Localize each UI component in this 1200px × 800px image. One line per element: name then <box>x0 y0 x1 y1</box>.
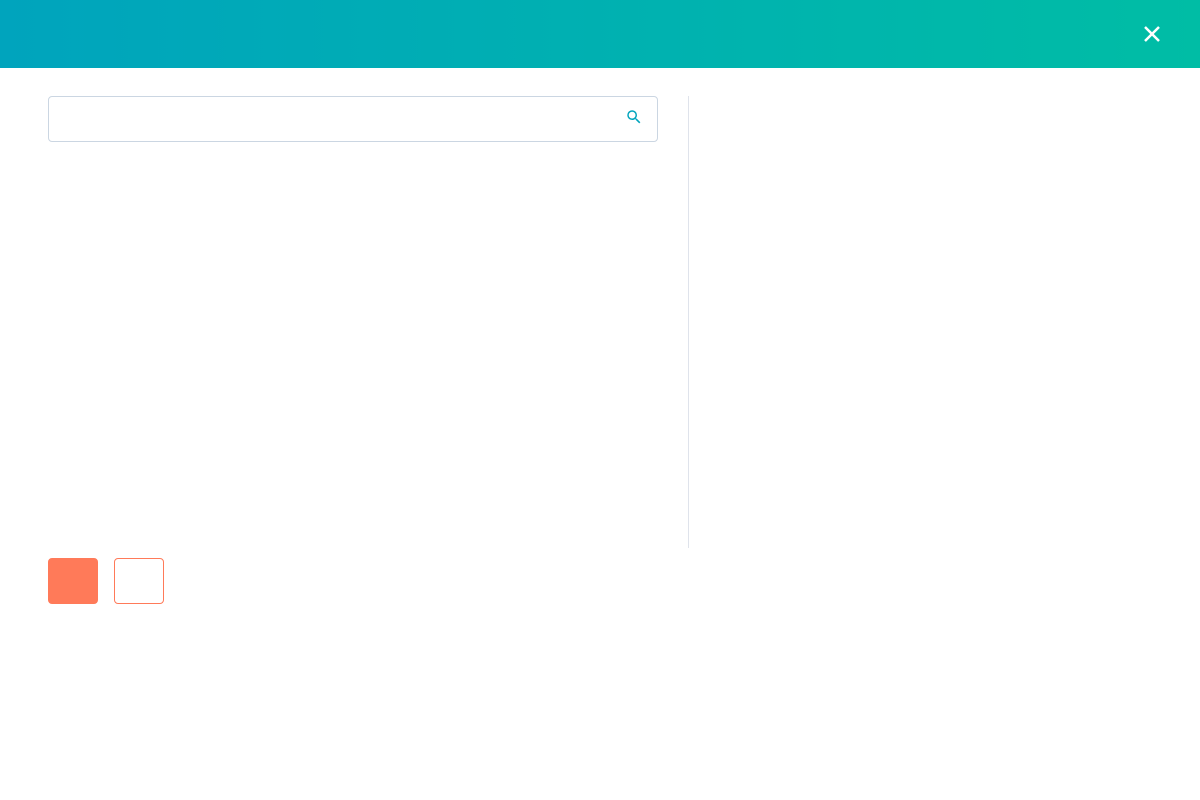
modal-header <box>0 0 1200 68</box>
search-input[interactable] <box>63 109 625 129</box>
right-pane <box>688 96 1152 548</box>
next-button[interactable] <box>48 558 98 604</box>
modal-footer <box>0 558 1200 604</box>
close-icon[interactable] <box>1140 22 1164 46</box>
cancel-button[interactable] <box>114 558 164 604</box>
search-icon[interactable] <box>625 108 643 130</box>
left-pane <box>48 96 688 548</box>
search-wrap <box>48 96 658 142</box>
modal-body <box>0 68 1200 558</box>
